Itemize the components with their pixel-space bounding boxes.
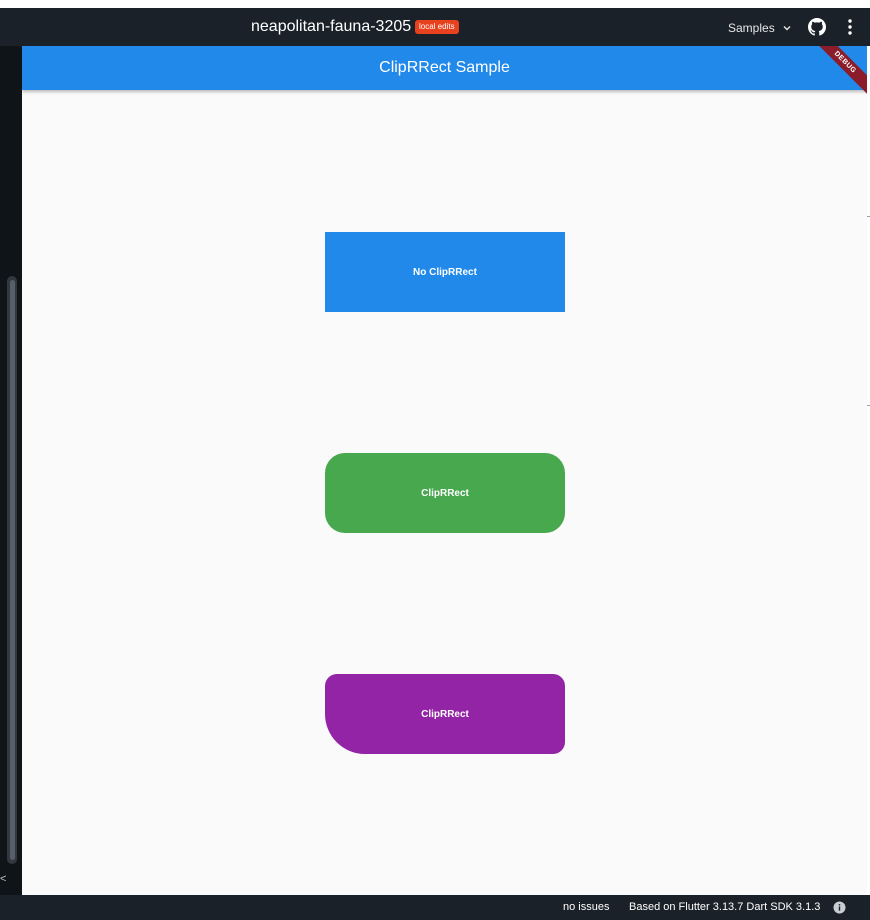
app-bar-title: ClipRRect Sample xyxy=(379,59,510,76)
sdk-version: Based on Flutter 3.13.7 Dart SDK 3.1.3 xyxy=(629,901,821,913)
local-edits-badge: local edits xyxy=(415,20,459,34)
status-bar: no issues Based on Flutter 3.13.7 Dart S… xyxy=(0,895,870,920)
flutter-app-preview: ClipRRect Sample DEBUG No ClipRRect Clip… xyxy=(22,46,867,895)
issues-status[interactable]: no issues xyxy=(563,901,609,913)
more-vert-icon[interactable] xyxy=(846,18,854,36)
app-bar: ClipRRect Sample xyxy=(22,46,867,90)
chevron-down-icon xyxy=(783,26,791,31)
info-icon[interactable] xyxy=(833,901,846,914)
no-cliprrect-box: No ClipRRect xyxy=(325,232,565,312)
dartpad-header: neapolitan-fauna-3205 local edits Sample… xyxy=(0,8,870,46)
no-cliprrect-label: No ClipRRect xyxy=(413,266,477,278)
cliprrect-rounded-box: ClipRRect xyxy=(325,453,565,533)
cliprrect-custom-box: ClipRRect xyxy=(325,674,565,754)
collapse-panel-icon[interactable]: < xyxy=(0,873,6,885)
github-icon[interactable] xyxy=(808,18,826,36)
project-name[interactable]: neapolitan-fauna-3205 xyxy=(251,18,411,36)
samples-label: Samples xyxy=(728,21,775,35)
editor-scrollbar-thumb[interactable] xyxy=(10,280,15,860)
cliprrect-custom-label: ClipRRect xyxy=(421,708,469,720)
window-top-edge xyxy=(0,0,870,8)
cliprrect-rounded-label: ClipRRect xyxy=(421,487,469,499)
samples-dropdown[interactable]: Samples xyxy=(728,19,792,37)
